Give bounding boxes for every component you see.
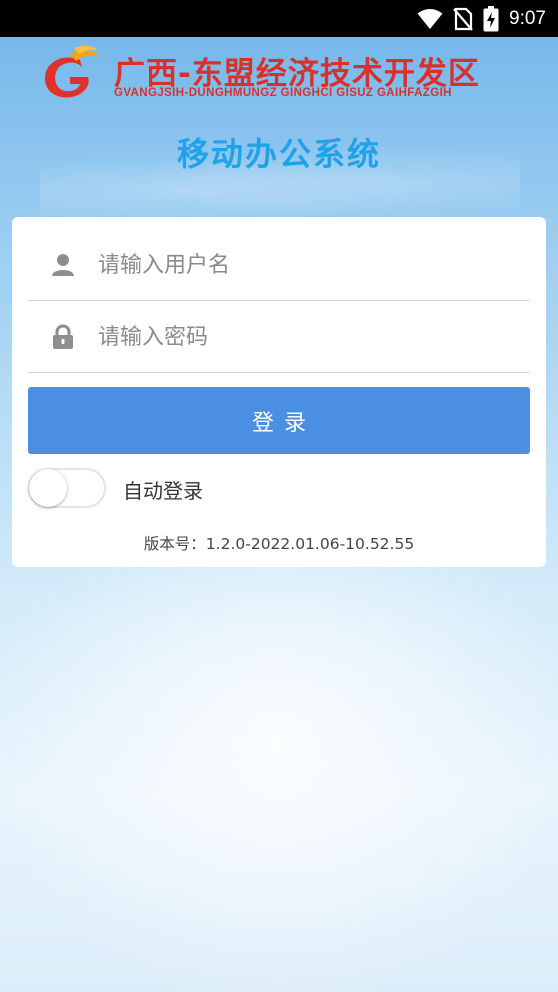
login-card: 登录 自动登录 版本号：1.2.0-2022.01.06-10.52.55 bbox=[12, 217, 546, 567]
toggle-knob bbox=[29, 469, 67, 507]
lock-icon bbox=[53, 324, 73, 349]
password-input[interactable] bbox=[98, 317, 518, 357]
clock: 9:07 bbox=[509, 7, 546, 29]
zone-logo-icon bbox=[44, 45, 100, 98]
version-text: 版本号：1.2.0-2022.01.06-10.52.55 bbox=[143, 535, 415, 553]
wifi-icon bbox=[417, 8, 443, 29]
no-sim-icon bbox=[453, 7, 473, 31]
status-icons: 9:07 bbox=[417, 0, 546, 37]
password-field bbox=[28, 301, 530, 373]
status-bar: 9:07 bbox=[0, 0, 558, 37]
user-icon bbox=[52, 254, 74, 276]
username-field bbox=[28, 229, 530, 301]
login-button[interactable]: 登录 bbox=[28, 387, 530, 454]
app-title: 移动办公系统 bbox=[176, 135, 381, 173]
auto-login-toggle[interactable] bbox=[28, 468, 106, 508]
auto-login-label: 自动登录 bbox=[123, 479, 203, 503]
username-input[interactable] bbox=[98, 245, 518, 285]
battery-charging-icon bbox=[483, 5, 499, 31]
org-name-en: GVANGJSIH-DUNGHMUNGZ GINGHCI GISUZ GAIHF… bbox=[114, 87, 452, 99]
background-glow bbox=[0, 540, 558, 992]
